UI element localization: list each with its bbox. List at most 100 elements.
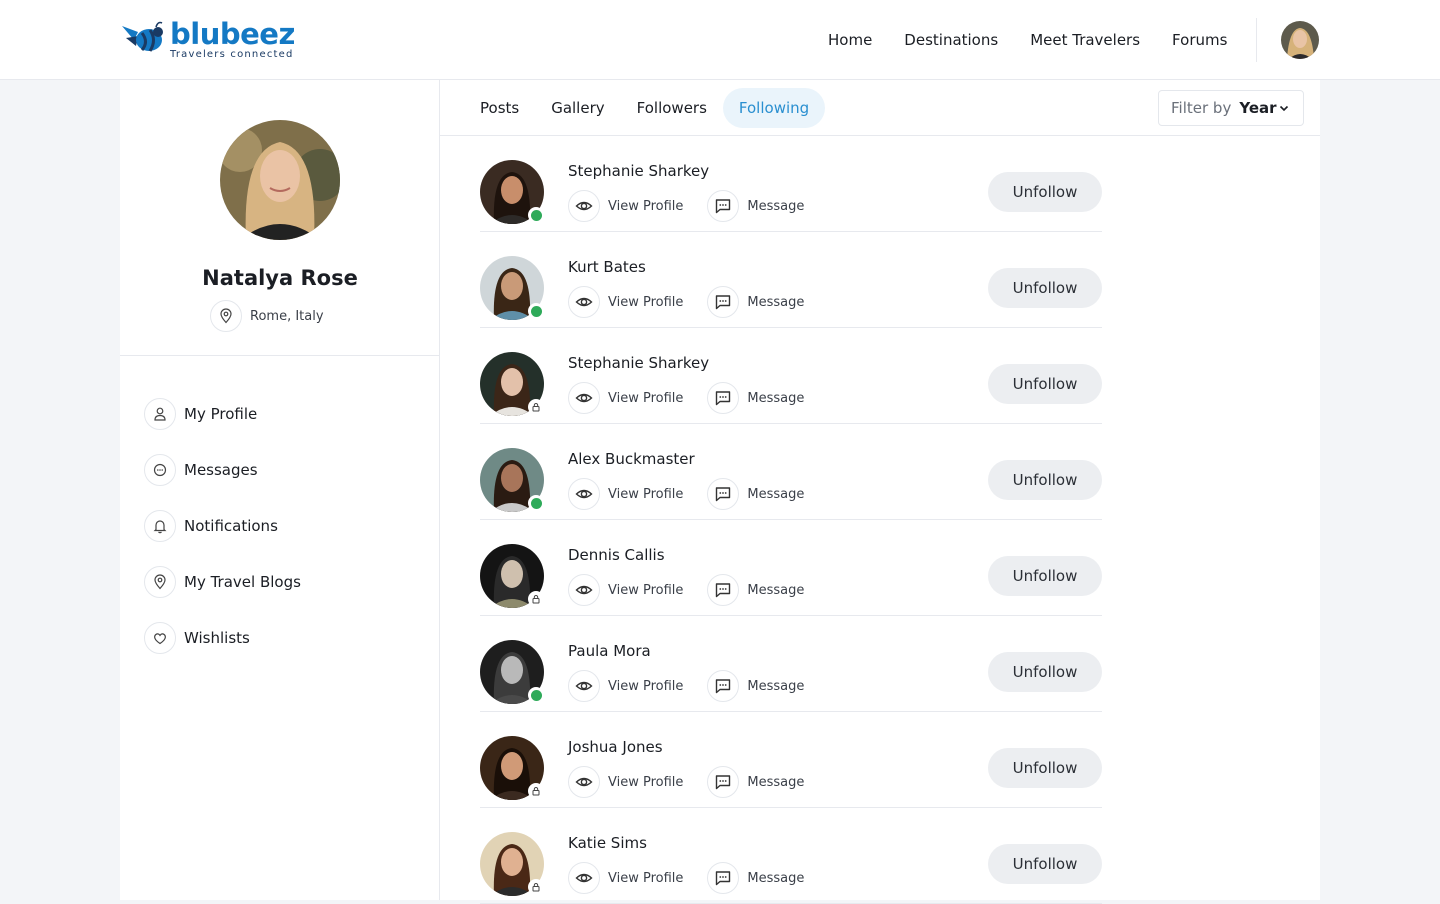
view-profile-link[interactable]: View Profile [608,679,683,694]
menu-my-profile[interactable]: My Profile [120,386,439,442]
follower-actions: View Profile Message [568,766,804,798]
brand-logo[interactable]: blubeez Travelers connected [120,20,295,60]
message-icon[interactable] [707,382,740,414]
follower-avatar[interactable] [480,544,544,608]
nav-meet-travelers[interactable]: Meet Travelers [1030,31,1140,49]
eye-icon[interactable] [568,574,600,606]
follower-name[interactable]: Joshua Jones [568,738,663,756]
nav-destinations[interactable]: Destinations [904,31,998,49]
follower-actions: View Profile Message [568,574,804,606]
tab-posts[interactable]: Posts [464,88,535,128]
follower-actions: View Profile Message [568,862,804,894]
follower-name[interactable]: Alex Buckmaster [568,450,695,468]
follower-actions: View Profile Message [568,670,804,702]
follower-name[interactable]: Paula Mora [568,642,651,660]
nav-forums[interactable]: Forums [1172,31,1227,49]
unfollow-button[interactable]: Unfollow [988,844,1102,884]
follower-avatar[interactable] [480,256,544,320]
unfollow-button[interactable]: Unfollow [988,364,1102,404]
tab-following[interactable]: Following [722,88,826,128]
unfollow-button[interactable]: Unfollow [988,748,1102,788]
unfollow-button[interactable]: Unfollow [988,172,1102,212]
menu-notifications[interactable]: Notifications [120,498,439,554]
message-icon[interactable] [707,574,740,606]
message-icon[interactable] [707,190,740,222]
message-icon[interactable] [707,862,740,894]
filter-dropdown[interactable]: Filter by Year [1158,90,1304,126]
view-profile-link[interactable]: View Profile [608,583,683,598]
follower-actions: View Profile Message [568,478,804,510]
tab-gallery[interactable]: Gallery [535,88,620,128]
filter-value: Year [1239,99,1277,117]
user-icon [144,398,176,430]
globe-status-icon [528,495,544,511]
menu-label: Messages [184,461,258,479]
menu-wishlists[interactable]: Wishlists [120,610,439,666]
following-row: Stephanie Sharkey View Profile Message Unfo… [480,328,1102,424]
unfollow-button[interactable]: Unfollow [988,268,1102,308]
follower-name[interactable]: Kurt Bates [568,258,646,276]
message-icon[interactable] [707,286,740,318]
view-profile-link[interactable]: View Profile [608,199,683,214]
message-link[interactable]: Message [747,583,804,598]
follower-avatar[interactable] [480,160,544,224]
follower-avatar[interactable] [480,736,544,800]
following-row: Paula Mora View Profile Message Unfollow [480,616,1102,712]
eye-icon[interactable] [568,670,600,702]
follower-avatar[interactable] [480,448,544,512]
eye-icon[interactable] [568,382,600,414]
following-row: Kurt Bates View Profile Message Unfollow [480,232,1102,328]
follower-name[interactable]: Stephanie Sharkey [568,354,709,372]
menu-label: My Profile [184,405,258,423]
eye-icon[interactable] [568,862,600,894]
follower-avatar[interactable] [480,640,544,704]
tab-followers[interactable]: Followers [621,88,723,128]
menu-my-travel-blogs[interactable]: My Travel Blogs [120,554,439,610]
following-list: Stephanie Sharkey View Profile Message Unfo… [480,136,1102,904]
view-profile-link[interactable]: View Profile [608,295,683,310]
follower-avatar[interactable] [480,832,544,896]
message-link[interactable]: Message [747,487,804,502]
top-header: blubeez Travelers connected Home Destina… [0,0,1440,80]
tabs-bar: Posts Gallery Followers Following Filter… [440,80,1320,136]
globe-status-icon [528,687,544,703]
message-link[interactable]: Message [747,199,804,214]
view-profile-link[interactable]: View Profile [608,391,683,406]
lock-icon [528,783,544,799]
follower-actions: View Profile Message [568,382,804,414]
globe-status-icon [528,207,544,223]
following-row: Joshua Jones View Profile Message Unfollow [480,712,1102,808]
view-profile-link[interactable]: View Profile [608,871,683,886]
user-avatar[interactable] [1281,21,1319,59]
message-link[interactable]: Message [747,391,804,406]
eye-icon[interactable] [568,478,600,510]
message-link[interactable]: Message [747,871,804,886]
profile-location: Rome, Italy [210,300,324,332]
menu-label: Wishlists [184,629,250,647]
follower-name[interactable]: Katie Sims [568,834,647,852]
follower-actions: View Profile Message [568,190,804,222]
unfollow-button[interactable]: Unfollow [988,652,1102,692]
message-icon[interactable] [707,478,740,510]
follower-avatar[interactable] [480,352,544,416]
follower-name[interactable]: Stephanie Sharkey [568,162,709,180]
profile-tabs: Posts Gallery Followers Following [464,88,826,128]
menu-messages[interactable]: Messages [120,442,439,498]
eye-icon[interactable] [568,190,600,222]
unfollow-button[interactable]: Unfollow [988,556,1102,596]
eye-icon[interactable] [568,766,600,798]
view-profile-link[interactable]: View Profile [608,775,683,790]
message-link[interactable]: Message [747,775,804,790]
follower-name[interactable]: Dennis Callis [568,546,665,564]
message-icon[interactable] [707,670,740,702]
lock-icon [528,591,544,607]
location-text: Rome, Italy [250,308,324,324]
filter-label: Filter by [1171,99,1232,117]
message-link[interactable]: Message [747,679,804,694]
nav-home[interactable]: Home [828,31,872,49]
message-icon[interactable] [707,766,740,798]
eye-icon[interactable] [568,286,600,318]
message-link[interactable]: Message [747,295,804,310]
unfollow-button[interactable]: Unfollow [988,460,1102,500]
view-profile-link[interactable]: View Profile [608,487,683,502]
